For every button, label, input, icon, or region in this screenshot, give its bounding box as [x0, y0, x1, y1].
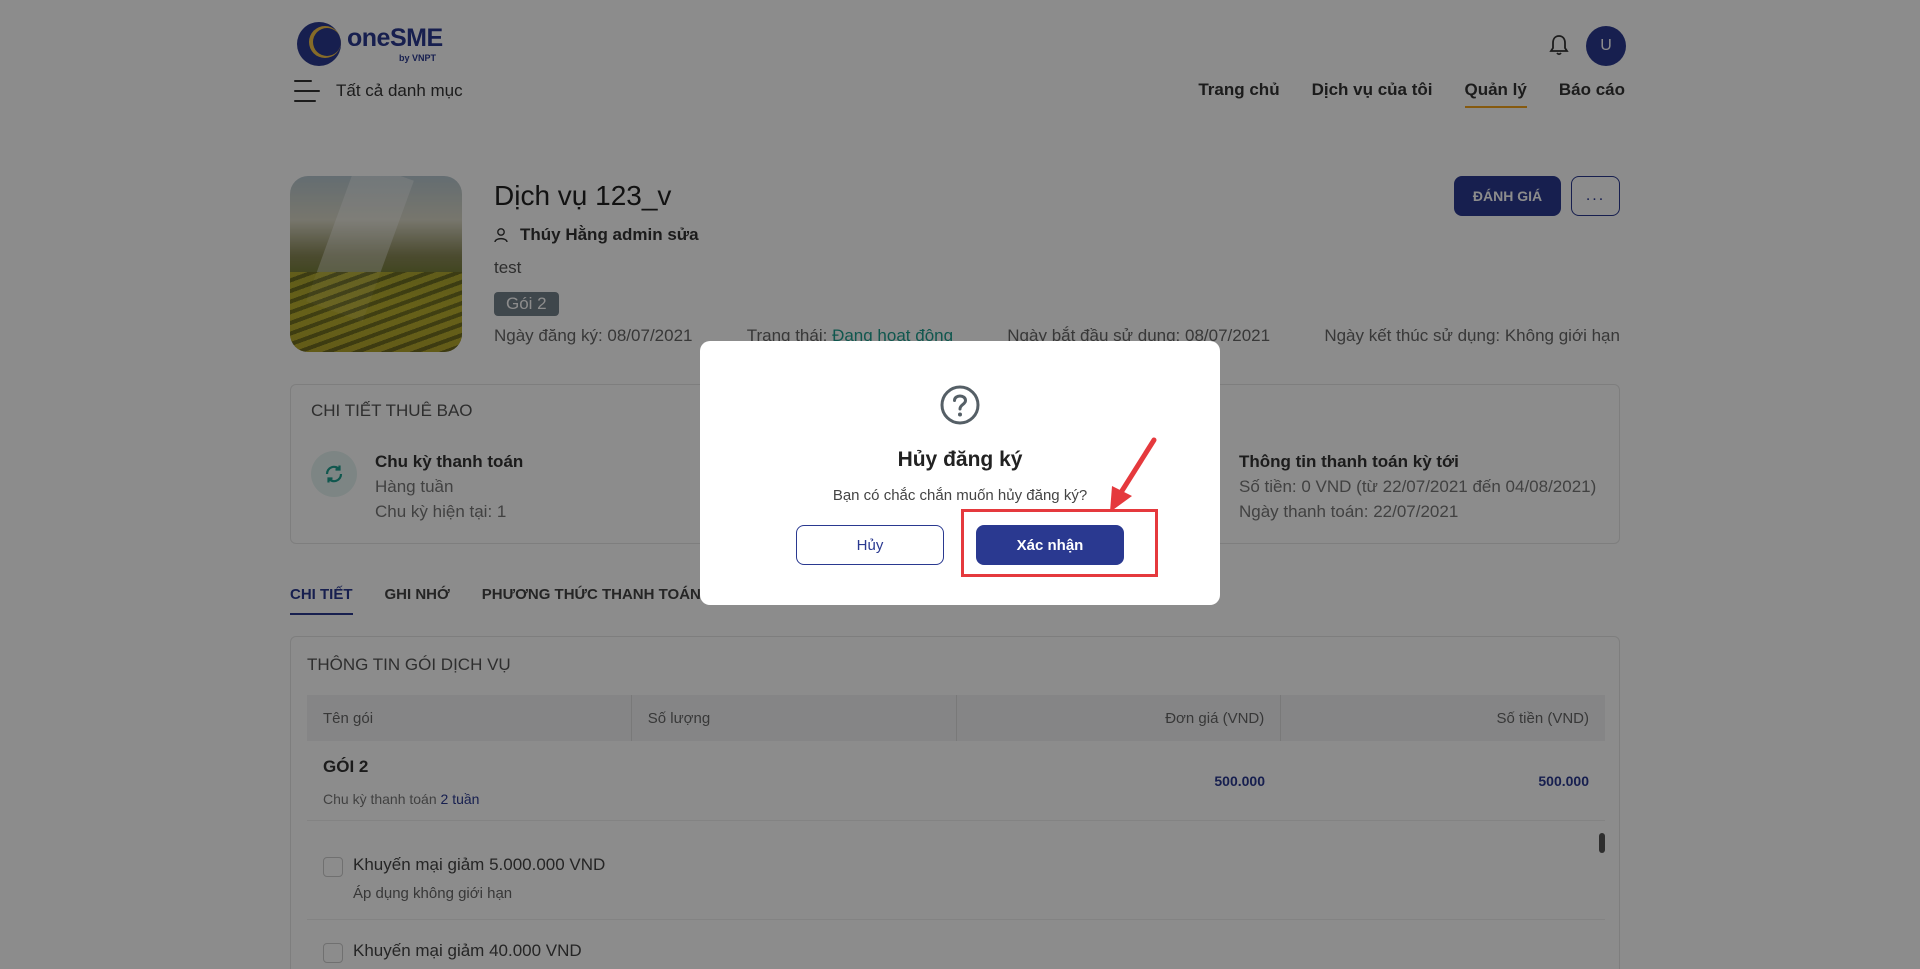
question-icon: [940, 385, 980, 425]
highlight-box: [961, 509, 1158, 577]
red-arrow-icon: [1110, 437, 1157, 512]
cancel-button[interactable]: Hủy: [796, 525, 944, 565]
